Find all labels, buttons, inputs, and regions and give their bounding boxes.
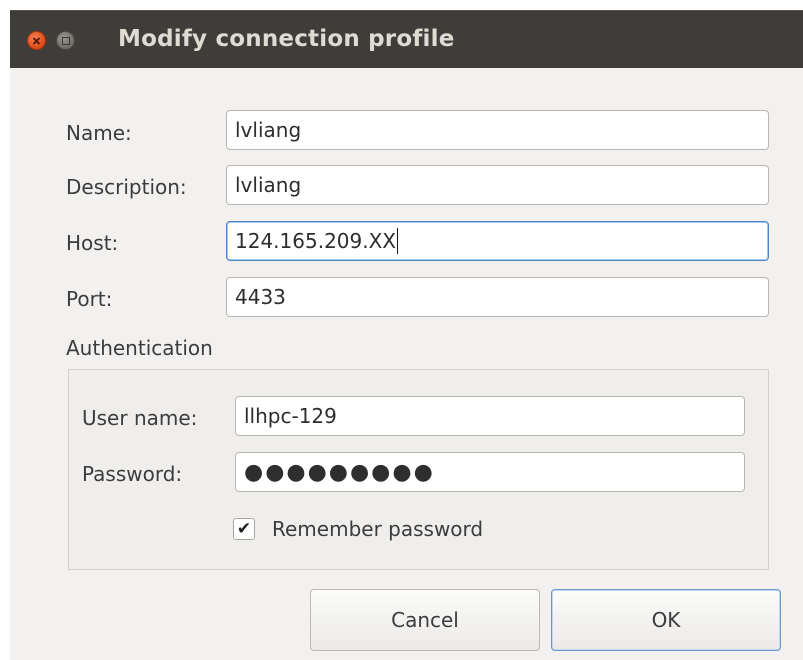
name-label: Name: — [66, 121, 132, 145]
authentication-section-title: Authentication — [66, 336, 213, 360]
name-value: lvliang — [235, 118, 302, 142]
cancel-button[interactable]: Cancel — [310, 589, 540, 651]
password-mask: ●●●●●●●●● — [244, 460, 435, 485]
text-cursor — [397, 227, 398, 254]
port-value: 4433 — [235, 285, 286, 309]
remember-password-label[interactable]: Remember password — [272, 517, 483, 541]
title-bar[interactable]: Modify connection profile — [10, 10, 803, 68]
host-label: Host: — [66, 231, 119, 255]
close-window-icon[interactable] — [27, 31, 46, 50]
connection-profile-dialog: Name: lvliang Description: lvliang Host:… — [10, 68, 803, 660]
minimize-window-icon[interactable] — [56, 31, 75, 50]
port-input[interactable]: 4433 — [226, 277, 769, 317]
username-input[interactable]: llhpc-129 — [235, 396, 745, 436]
username-value: llhpc-129 — [244, 404, 337, 428]
description-value: lvliang — [235, 173, 302, 197]
name-input[interactable]: lvliang — [226, 110, 769, 150]
host-value: 124.165.209.XX — [235, 229, 396, 253]
password-input[interactable]: ●●●●●●●●● — [235, 452, 745, 492]
screen: Modify connection profile Name: lvliang … — [0, 0, 803, 660]
ok-button[interactable]: OK — [551, 589, 781, 651]
port-label: Port: — [66, 287, 113, 311]
remember-password-checkbox[interactable]: ✔ — [233, 518, 255, 540]
password-label: Password: — [82, 462, 183, 486]
window-title: Modify connection profile — [118, 26, 455, 52]
username-label: User name: — [82, 406, 198, 430]
description-input[interactable]: lvliang — [226, 165, 769, 205]
host-input[interactable]: 124.165.209.XX — [226, 221, 769, 261]
description-label: Description: — [66, 175, 187, 199]
